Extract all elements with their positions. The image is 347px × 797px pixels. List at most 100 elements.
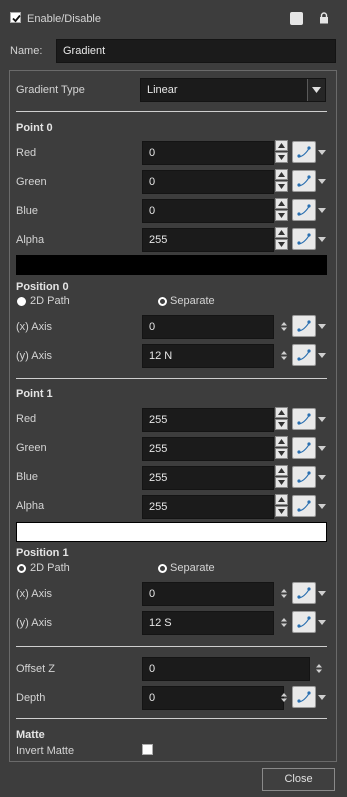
point1-red-label: Red [16,413,37,425]
chevron-down-icon[interactable] [318,504,326,510]
gradient-type-value: Linear [147,84,178,96]
increment-button[interactable] [275,140,288,151]
position0-y-stepper[interactable] [281,351,287,360]
position0-x-label: (x) Axis [16,321,53,333]
chevron-down-icon[interactable] [318,237,326,243]
name-field[interactable]: Gradient [56,39,336,63]
position1-x-field[interactable]: 0 [142,582,274,606]
point0-alpha-stepper[interactable] [275,227,288,251]
close-button[interactable]: Close [262,768,335,791]
point0-red-field[interactable]: 0 [142,141,274,165]
position1-2d-path-radio[interactable] [17,564,26,573]
function-curve-button[interactable] [292,495,316,517]
point1-blue-field[interactable]: 255 [142,466,274,490]
point1-red-stepper[interactable] [275,407,288,431]
position0-2d-path-radio[interactable] [17,297,26,306]
point1-green-field[interactable]: 255 [142,437,274,461]
chevron-down-icon[interactable] [318,591,326,597]
divider [16,718,327,719]
point1-alpha-stepper[interactable] [275,494,288,518]
enable-checkbox[interactable] [10,12,21,23]
point0-alpha-field[interactable]: 255 [142,228,274,252]
chevron-down-icon[interactable] [318,695,326,701]
position1-y-field[interactable]: 12 S [142,611,274,635]
point0-green-label: Green [16,176,47,188]
function-curve-button[interactable] [292,582,316,604]
gradient-type-select[interactable]: Linear [140,78,326,102]
decrement-button[interactable] [275,181,288,192]
point1-green-stepper[interactable] [275,436,288,460]
function-curve-button[interactable] [292,228,316,250]
color-square-icon[interactable] [290,12,303,25]
decrement-button[interactable] [275,239,288,250]
point0-blue-stepper[interactable] [275,198,288,222]
decrement-button[interactable] [275,152,288,163]
position0-title: Position 0 [16,281,69,293]
name-label: Name: [10,45,43,57]
chevron-down-icon[interactable] [318,324,326,330]
point0-red-stepper[interactable] [275,140,288,164]
decrement-button[interactable] [275,419,288,430]
invert-matte-checkbox[interactable] [142,744,153,755]
function-curve-button[interactable] [292,199,316,221]
chevron-down-icon[interactable] [318,475,326,481]
chevron-down-icon[interactable] [318,446,326,452]
decrement-button[interactable] [275,506,288,517]
arrow-up-icon [278,201,285,206]
position1-x-stepper[interactable] [281,589,287,598]
lock-icon[interactable] [319,12,329,24]
function-curve-icon [297,500,311,512]
gradient-type-dropdown-button[interactable] [307,79,325,101]
function-curve-button[interactable] [292,344,316,366]
function-curve-button[interactable] [292,466,316,488]
position1-y-stepper[interactable] [281,618,287,627]
chevron-down-icon[interactable] [318,620,326,626]
offset-z-field[interactable]: 0 [142,657,310,681]
position1-separate-radio[interactable] [158,564,167,573]
position0-2d-path-label: 2D Path [30,295,70,307]
increment-button[interactable] [275,407,288,418]
point0-green-field[interactable]: 0 [142,170,274,194]
increment-button[interactable] [275,169,288,180]
depth-field[interactable]: 0 [142,686,284,710]
arrow-down-icon [278,242,285,247]
chevron-down-icon [312,87,321,93]
function-curve-button[interactable] [292,611,316,633]
function-curve-button[interactable] [292,408,316,430]
increment-button[interactable] [275,436,288,447]
chevron-down-icon[interactable] [318,208,326,214]
position0-x-stepper[interactable] [281,322,287,331]
decrement-button[interactable] [275,448,288,459]
depth-stepper[interactable] [281,693,287,702]
point0-green-stepper[interactable] [275,169,288,193]
function-curve-button[interactable] [292,315,316,337]
point0-color-swatch[interactable] [16,255,327,275]
chevron-down-icon[interactable] [318,353,326,359]
point1-red-field[interactable]: 255 [142,408,274,432]
point1-color-swatch[interactable] [16,522,327,542]
arrow-down-icon [278,509,285,514]
point1-alpha-field[interactable]: 255 [142,495,274,519]
point1-alpha-label: Alpha [16,500,45,512]
increment-button[interactable] [275,198,288,209]
function-curve-icon [297,587,311,599]
position0-y-field[interactable]: 12 N [142,344,274,368]
function-curve-button[interactable] [292,686,316,708]
chevron-down-icon[interactable] [318,179,326,185]
chevron-down-icon[interactable] [318,417,326,423]
point0-blue-field[interactable]: 0 [142,199,274,223]
offset-z-stepper[interactable] [316,664,322,673]
increment-button[interactable] [275,465,288,476]
function-curve-button[interactable] [292,170,316,192]
position1-y-label: (y) Axis [16,617,53,629]
chevron-down-icon[interactable] [318,150,326,156]
function-curve-button[interactable] [292,437,316,459]
decrement-button[interactable] [275,477,288,488]
position0-separate-radio[interactable] [158,297,167,306]
point1-blue-stepper[interactable] [275,465,288,489]
increment-button[interactable] [275,494,288,505]
increment-button[interactable] [275,227,288,238]
position0-x-field[interactable]: 0 [142,315,274,339]
decrement-button[interactable] [275,210,288,221]
function-curve-button[interactable] [292,141,316,163]
